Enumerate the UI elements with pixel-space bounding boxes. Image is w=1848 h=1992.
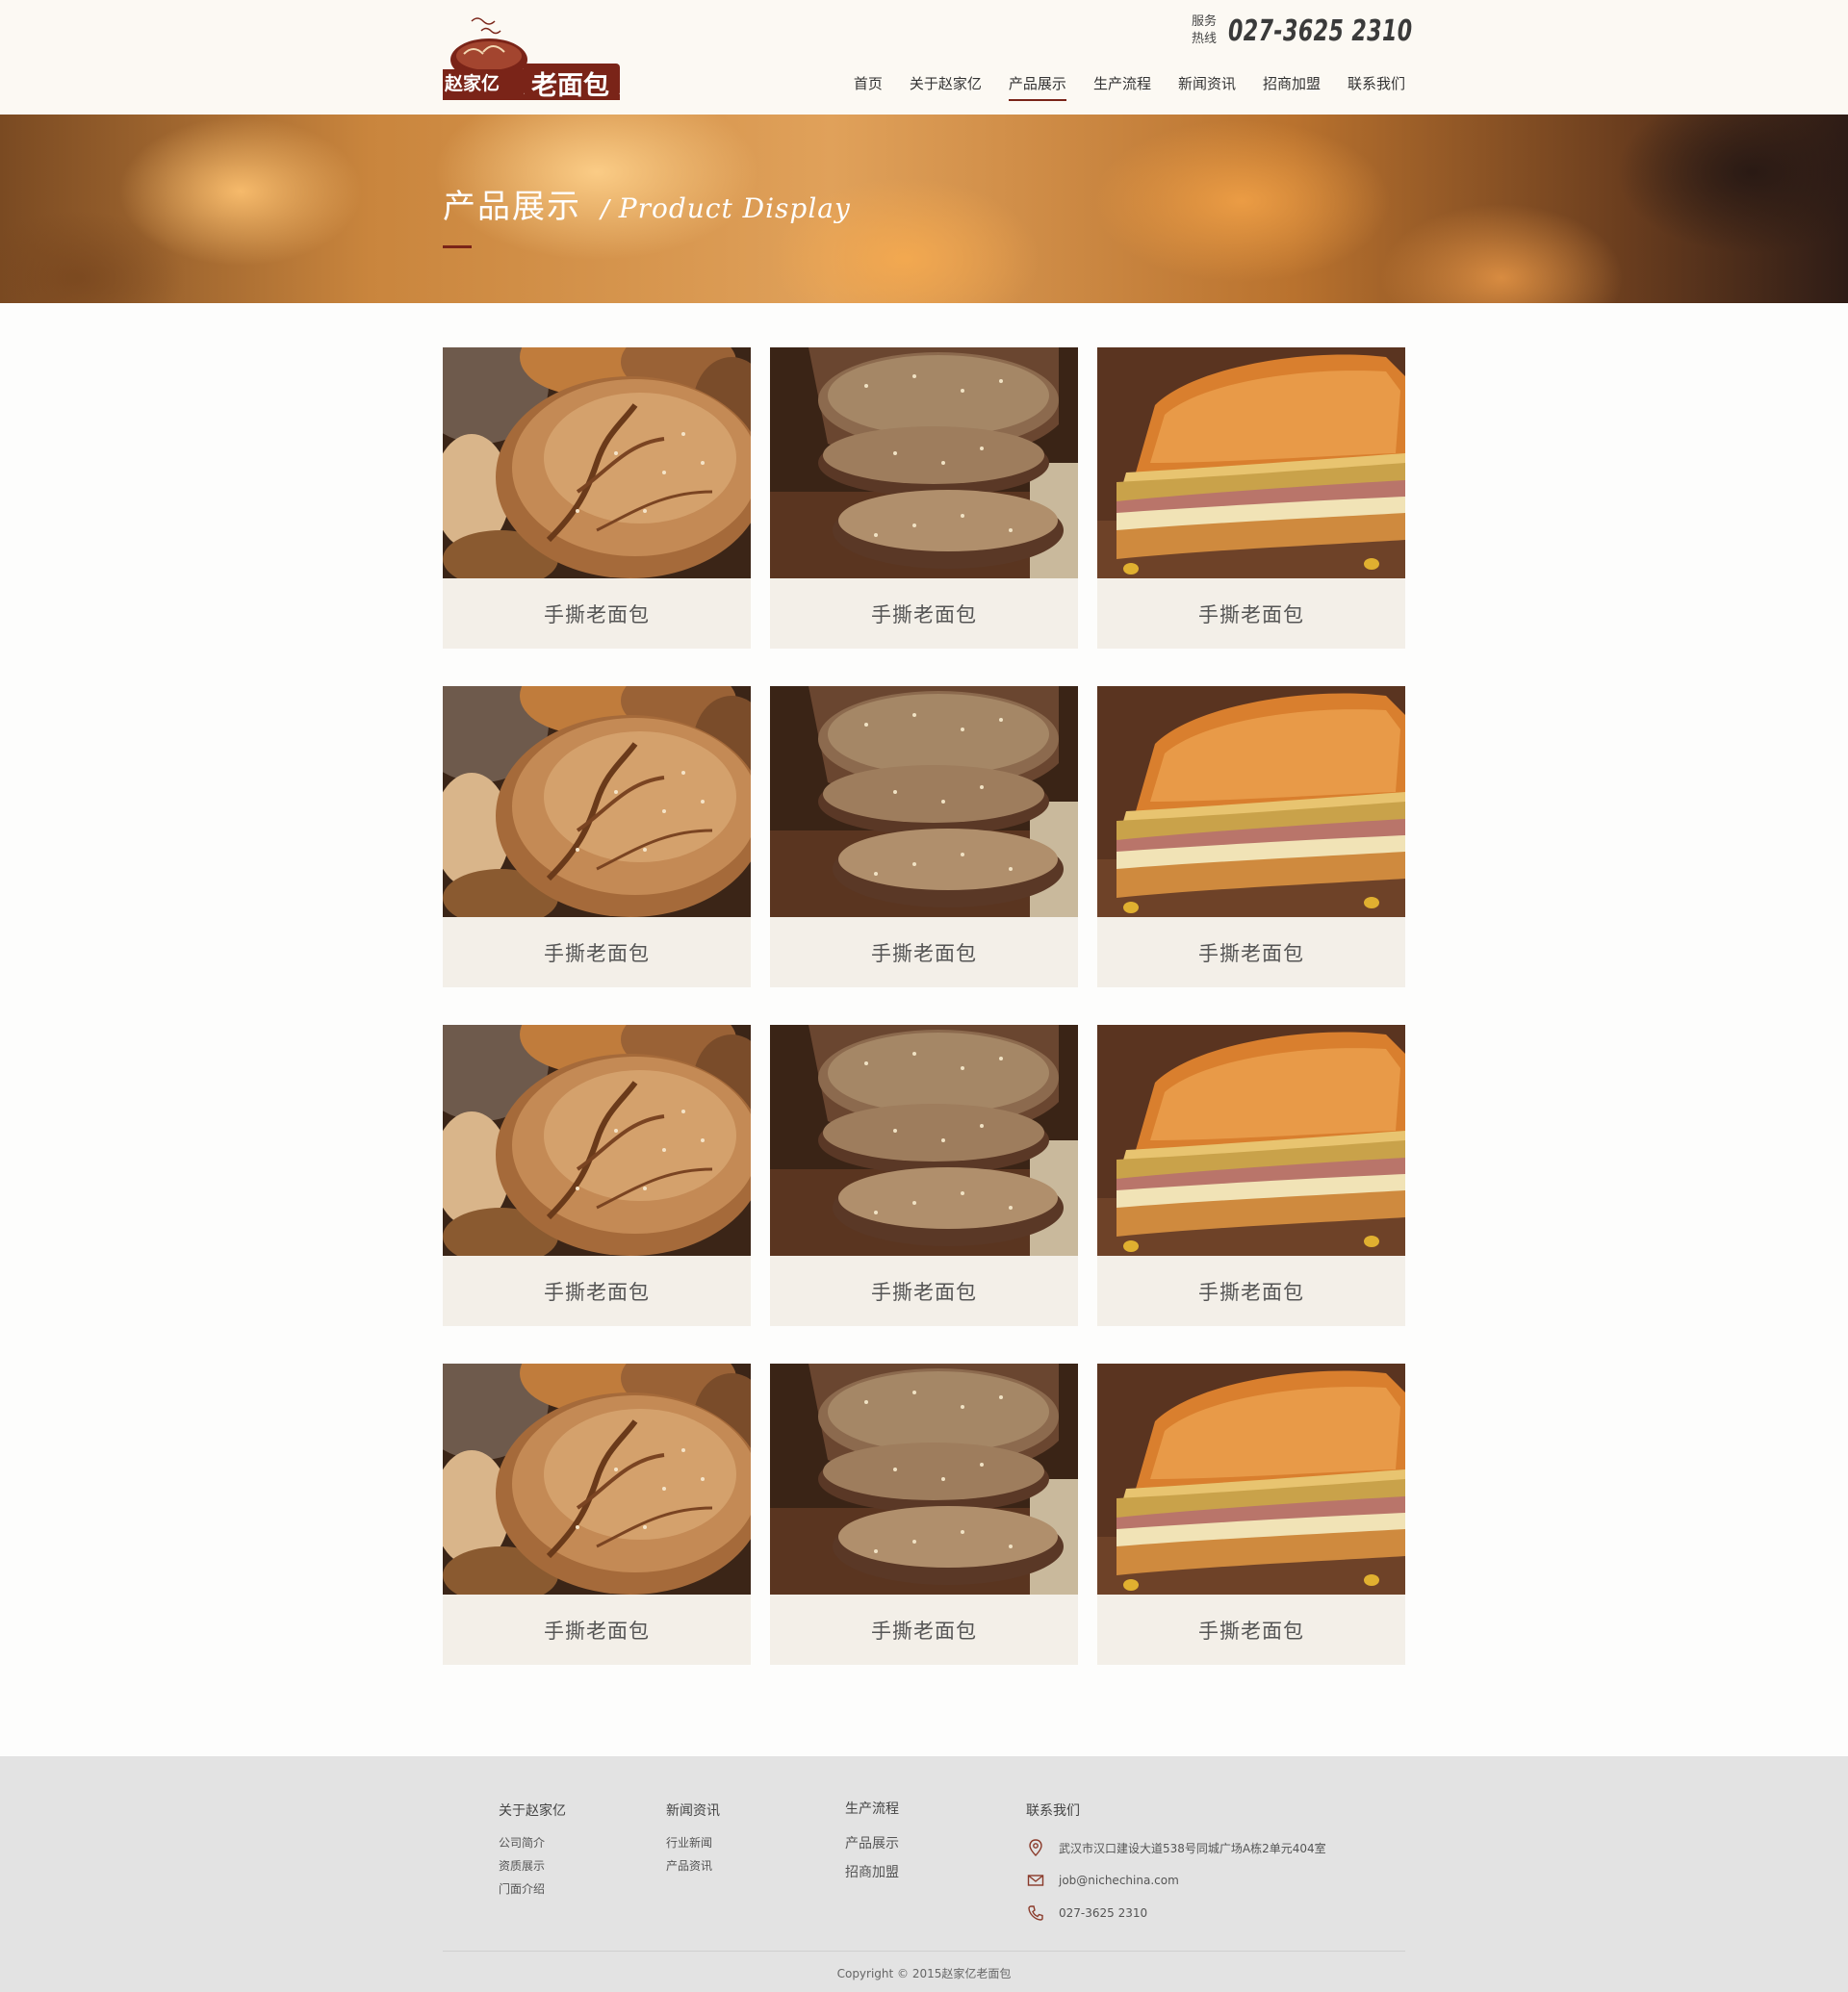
product-card[interactable]: 手撕老面包 (443, 1364, 751, 1665)
footer-heading[interactable]: 关于赵家亿 (499, 1800, 566, 1820)
product-image[interactable] (770, 686, 1078, 917)
product-card[interactable]: 手撕老面包 (770, 347, 1078, 649)
site-footer: 关于赵家亿 公司简介 资质展示 门面介绍 新闻资讯 行业新闻 产品资讯 生产流程… (0, 1756, 1848, 1992)
mail-icon (1027, 1875, 1044, 1886)
contact-email: job@nichechina.com (1026, 1864, 1326, 1897)
footer-link[interactable]: 公司简介 (499, 1831, 566, 1854)
footer-col-about: 关于赵家亿 公司简介 资质展示 门面介绍 (499, 1800, 566, 1901)
round-loaf-image (443, 347, 751, 578)
product-grid: 手撕老面包 手撕老面包 手撕老面包 手撕老面包 手撕老面包 手撕老面包 手撕老面… (443, 347, 1405, 1665)
product-title[interactable]: 手撕老面包 (443, 578, 751, 649)
footer-heading[interactable]: 新闻资讯 (666, 1800, 720, 1820)
product-title[interactable]: 手撕老面包 (1097, 1256, 1405, 1326)
hotline-number: 027-3625 2310 (1228, 13, 1413, 48)
sliced-rye-image (770, 1364, 1078, 1595)
product-image[interactable] (443, 1364, 751, 1595)
nav-item-about[interactable]: 关于赵家亿 (910, 73, 982, 101)
footer-link[interactable]: 行业新闻 (666, 1831, 720, 1854)
product-title[interactable]: 手撕老面包 (770, 917, 1078, 987)
banner-title-cn: 产品展示 (443, 188, 581, 226)
footer-col-misc: 生产流程 产品展示 招商加盟 (845, 1800, 899, 1887)
sliced-rye-image (770, 347, 1078, 578)
contact-address: 武汉市汉口建设大道538号同城广场A栋2单元404室 (1026, 1831, 1326, 1864)
footer-link[interactable]: 资质展示 (499, 1854, 566, 1877)
product-image[interactable] (770, 1364, 1078, 1595)
product-image[interactable] (1097, 1025, 1405, 1256)
product-card[interactable]: 手撕老面包 (443, 686, 751, 987)
nav-item-products[interactable]: 产品展示 (1008, 73, 1066, 101)
round-loaf-image (443, 1025, 751, 1256)
product-card[interactable]: 手撕老面包 (1097, 347, 1405, 649)
sliced-rye-image (770, 686, 1078, 917)
banner-separator: / (601, 195, 609, 224)
hotline-label: 服务热线 (1192, 14, 1218, 46)
brand-logo[interactable]: 赵家亿 老面包 (443, 13, 622, 102)
footer-link[interactable]: 门面介绍 (499, 1877, 566, 1901)
footer-col-news: 新闻资讯 行业新闻 产品资讯 (666, 1800, 720, 1877)
product-title[interactable]: 手撕老面包 (1097, 578, 1405, 649)
banner-title-en: Product Display (618, 192, 851, 224)
product-card[interactable]: 手撕老面包 (770, 686, 1078, 987)
copyright: Copyright © 2015赵家亿老面包 (836, 1967, 1012, 1980)
nav-item-franchise[interactable]: 招商加盟 (1263, 73, 1321, 101)
product-title[interactable]: 手撕老面包 (770, 1256, 1078, 1326)
footer-link[interactable]: 产品展示 (845, 1829, 899, 1858)
contact-address-text: 武汉市汉口建设大道538号同城广场A栋2单元404室 (1059, 1841, 1326, 1855)
product-image[interactable] (1097, 347, 1405, 578)
banner-underline (443, 245, 472, 248)
product-title[interactable]: 手撕老面包 (1097, 1595, 1405, 1665)
product-title[interactable]: 手撕老面包 (443, 1595, 751, 1665)
contact-phone-text: 027-3625 2310 (1059, 1906, 1148, 1920)
product-card[interactable]: 手撕老面包 (443, 1025, 751, 1326)
product-card[interactable]: 手撕老面包 (1097, 1364, 1405, 1665)
banner-title: 产品展示 / Product Display (443, 180, 851, 227)
nav-item-process[interactable]: 生产流程 (1093, 73, 1151, 101)
sandwich-image (1097, 347, 1405, 578)
nav-item-news[interactable]: 新闻资讯 (1178, 73, 1236, 101)
product-image[interactable] (1097, 1364, 1405, 1595)
product-image[interactable] (770, 347, 1078, 578)
footer-col-contact: 联系我们 武汉市汉口建设大道538号同城广场A栋2单元404室 job@nich… (1026, 1800, 1326, 1929)
product-image[interactable] (443, 686, 751, 917)
product-card[interactable]: 手撕老面包 (770, 1025, 1078, 1326)
footer-divider (443, 1951, 1405, 1952)
product-image[interactable] (1097, 686, 1405, 917)
page-banner: 产品展示 / Product Display (0, 115, 1848, 303)
sliced-rye-image (770, 1025, 1078, 1256)
location-pin-icon (1029, 1839, 1042, 1856)
hotline: 服务热线 027-3625 2310 (1192, 12, 1453, 50)
product-title[interactable]: 手撕老面包 (443, 1256, 751, 1326)
product-card[interactable]: 手撕老面包 (1097, 686, 1405, 987)
product-image[interactable] (443, 1025, 751, 1256)
product-title[interactable]: 手撕老面包 (1097, 917, 1405, 987)
site-header: 赵家亿 老面包 服务热线 027-3625 2310 首页 关于赵家亿 产品展示… (0, 0, 1848, 115)
contact-phone: 027-3625 2310 (1026, 1897, 1326, 1929)
product-card[interactable]: 手撕老面包 (770, 1364, 1078, 1665)
product-image[interactable] (443, 347, 751, 578)
product-card[interactable]: 手撕老面包 (443, 347, 751, 649)
footer-link[interactable]: 产品资讯 (666, 1854, 720, 1877)
contact-email-text[interactable]: job@nichechina.com (1059, 1874, 1179, 1887)
product-title[interactable]: 手撕老面包 (770, 578, 1078, 649)
product-title[interactable]: 手撕老面包 (770, 1595, 1078, 1665)
footer-heading[interactable]: 联系我们 (1026, 1800, 1326, 1820)
sandwich-image (1097, 1364, 1405, 1595)
round-loaf-image (443, 686, 751, 917)
footer-link[interactable]: 生产流程 (845, 1800, 899, 1818)
footer-link[interactable]: 招商加盟 (845, 1858, 899, 1887)
main-nav: 首页 关于赵家亿 产品展示 生产流程 新闻资讯 招商加盟 联系我们 (827, 73, 1405, 101)
logo-text-prefix: 赵家亿 (445, 73, 500, 94)
product-title[interactable]: 手撕老面包 (443, 917, 751, 987)
logo-text-suffix: 老面包 (531, 71, 609, 101)
nav-item-contact[interactable]: 联系我们 (1348, 73, 1405, 101)
sandwich-image (1097, 686, 1405, 917)
product-image[interactable] (770, 1025, 1078, 1256)
sandwich-image (1097, 1025, 1405, 1256)
phone-icon (1028, 1905, 1043, 1921)
round-loaf-image (443, 1364, 751, 1595)
product-card[interactable]: 手撕老面包 (1097, 1025, 1405, 1326)
nav-item-home[interactable]: 首页 (854, 73, 883, 101)
